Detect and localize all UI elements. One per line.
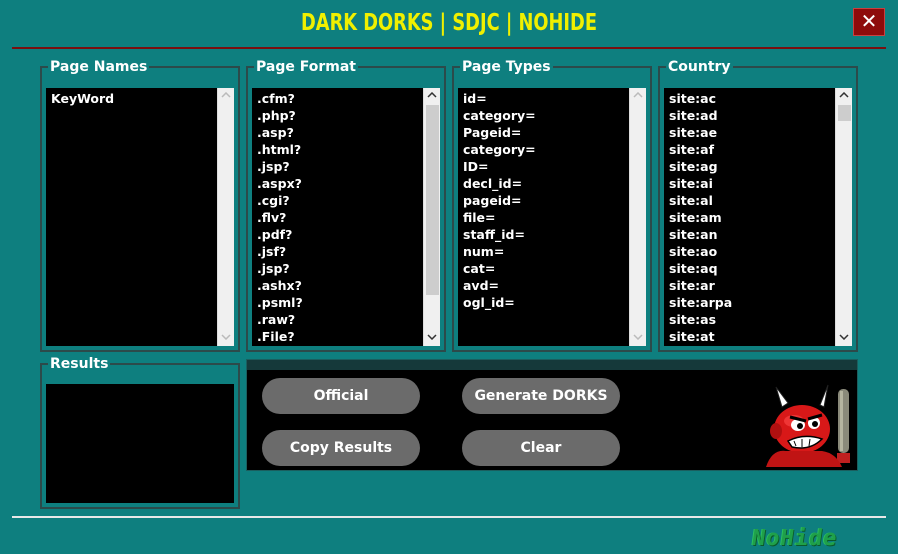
title-divider [12,47,886,49]
list-item[interactable]: num= [458,243,646,260]
list-item[interactable]: .asp? [252,124,440,141]
page-format-label: Page Format [254,58,358,76]
list-item[interactable]: site:ac [664,90,852,107]
list-item[interactable]: site:ao [664,243,852,260]
list-item[interactable]: id= [458,90,646,107]
list-item[interactable]: .php? [252,107,440,124]
list-item[interactable]: site:arpa [664,294,852,311]
list-item[interactable]: .File? [252,328,440,345]
app-title: DARK DORKS | SDJC | NOHIDE [301,10,597,36]
country-label: Country [666,58,733,76]
page-names-list[interactable]: KeyWord [46,88,234,346]
list-item[interactable]: .jsp? [252,260,440,277]
list-item[interactable]: Pageid= [458,124,646,141]
list-item[interactable]: .cgi? [252,192,440,209]
results-group: Results [40,355,240,509]
list-item[interactable]: file= [458,209,646,226]
page-types-group: Page Types id= category= Pageid= category= I… [452,58,652,352]
list-item[interactable]: site:al [664,192,852,209]
chevron-down-icon[interactable] [218,330,234,346]
list-item[interactable]: .jsf? [252,243,440,260]
country-scroll-thumb[interactable] [838,105,851,121]
page-types-scrollbar[interactable] [629,88,646,346]
list-item[interactable]: .flv? [252,209,440,226]
generate-dorks-button[interactable]: Generate DORKS [462,378,620,414]
list-item[interactable]: staff_id= [458,226,646,243]
page-format-list[interactable]: .cfm? .php? .asp? .html? .jsp? .aspx? .cgi? .fl… [252,88,440,346]
country-scrollbar[interactable] [835,88,852,346]
page-format-group: Page Format .cfm? .php? .asp? .html? .jsp? .a… [246,58,446,352]
list-item[interactable]: site:af [664,141,852,158]
chevron-up-icon[interactable] [424,88,440,104]
list-item[interactable]: ogl_id= [458,294,646,311]
list-item[interactable]: site:ai [664,175,852,192]
list-item[interactable]: site:as [664,311,852,328]
list-item[interactable]: .jsp? [252,158,440,175]
close-button[interactable]: ✕ [853,8,885,36]
page-types-list[interactable]: id= category= Pageid= category= ID= decl_id= p… [458,88,646,346]
list-item[interactable]: avd= [458,277,646,294]
list-item[interactable]: .aspx? [252,175,440,192]
action-panel-header [247,360,857,370]
official-button[interactable]: Official [262,378,420,414]
devil-mascot-icon [752,377,856,467]
list-item[interactable]: site:ad [664,107,852,124]
page-names-group: Page Names KeyWord [40,58,240,352]
page-names-label: Page Names [48,58,150,76]
list-item[interactable]: .ashx? [252,277,440,294]
page-format-scrollbar[interactable] [423,88,440,346]
list-item[interactable]: site:ar [664,277,852,294]
chevron-up-icon[interactable] [836,88,852,104]
list-item[interactable]: .raw? [252,311,440,328]
list-item[interactable]: .psml? [252,294,440,311]
results-output[interactable] [46,384,234,503]
list-item[interactable]: site:ag [664,158,852,175]
chevron-up-icon[interactable] [218,88,234,104]
country-list[interactable]: site:ac site:ad site:ae site:af site:ag site:… [664,88,852,346]
page-format-scroll-thumb[interactable] [426,105,439,295]
chevron-up-icon[interactable] [630,88,646,104]
chevron-down-icon[interactable] [630,330,646,346]
list-item[interactable]: decl_id= [458,175,646,192]
list-item[interactable]: .html? [252,141,440,158]
list-item[interactable]: site:am [664,209,852,226]
page-types-label: Page Types [460,58,553,76]
list-item[interactable]: site:aq [664,260,852,277]
page-names-scrollbar[interactable] [217,88,234,346]
list-item[interactable]: category= [458,141,646,158]
chevron-down-icon[interactable] [424,330,440,346]
results-label: Results [48,355,111,373]
list-item[interactable]: ID= [458,158,646,175]
list-item[interactable]: .pdf? [252,226,440,243]
list-item[interactable]: site:an [664,226,852,243]
list-item[interactable]: pageid= [458,192,646,209]
copy-results-button[interactable]: Copy Results [262,430,420,466]
clear-button[interactable]: Clear [462,430,620,466]
list-item[interactable]: .cfm? [252,90,440,107]
country-group: Country site:ac site:ad site:ae site:af site… [658,58,858,352]
nohide-logo: NoHide [750,526,840,551]
list-item[interactable]: category= [458,107,646,124]
list-item[interactable]: site:ae [664,124,852,141]
list-item[interactable]: KeyWord [46,90,234,107]
chevron-down-icon[interactable] [836,330,852,346]
list-item[interactable]: cat= [458,260,646,277]
list-item[interactable]: site:at [664,328,852,345]
footer-divider [12,516,886,518]
